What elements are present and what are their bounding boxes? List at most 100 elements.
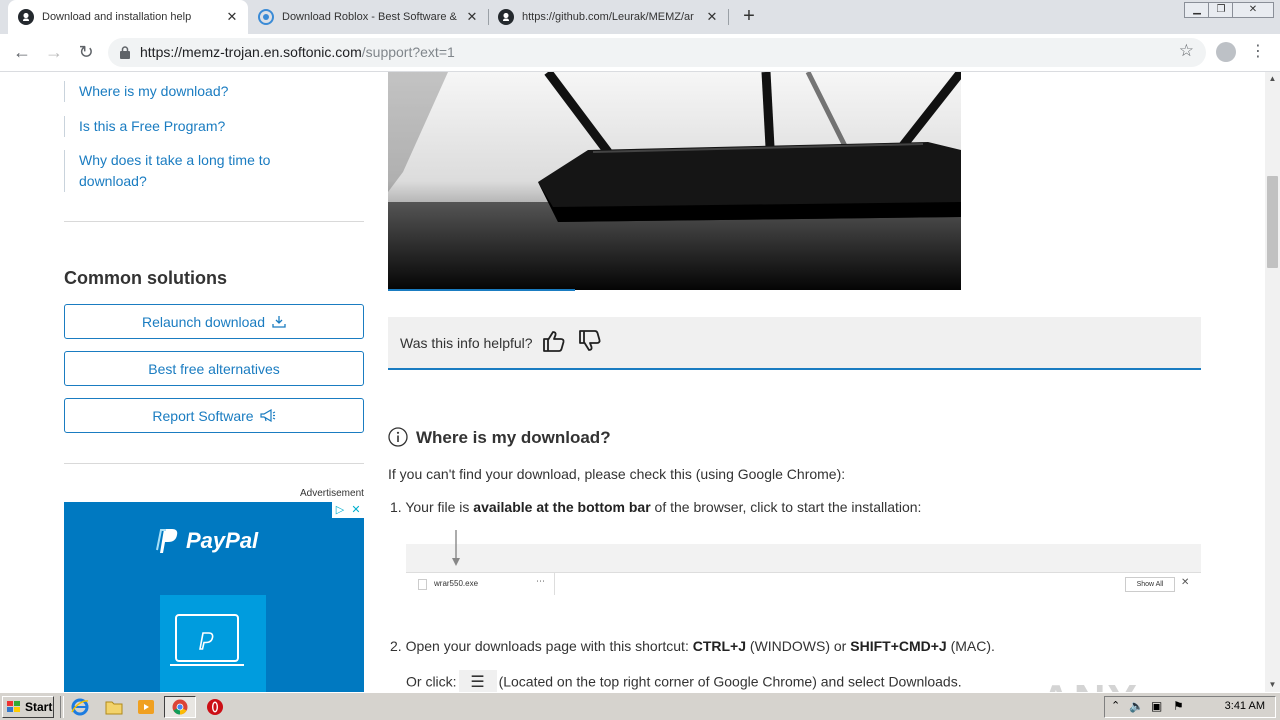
info-icon — [388, 427, 408, 447]
relaunch-label: Relaunch download — [142, 313, 265, 330]
thumbs-down-icon[interactable] — [578, 329, 602, 353]
scroll-up-icon[interactable]: ▲ — [1265, 72, 1280, 86]
paypal-ad[interactable]: ▷ ✕ PayPal — [64, 502, 364, 692]
toc-link-where-download[interactable]: Where is my download? — [64, 81, 364, 102]
common-solutions-heading: Common solutions — [64, 268, 227, 288]
tab-strip: Download and installation help ✕ Downloa… — [0, 0, 1280, 34]
reload-button[interactable]: ↻ — [74, 40, 98, 64]
scroll-thumb[interactable] — [1267, 176, 1278, 268]
scroll-down-icon[interactable]: ▼ — [1265, 678, 1280, 692]
report-software-button[interactable]: Report Software — [64, 398, 364, 433]
close-icon: ✕ — [1181, 577, 1190, 588]
laptop-icon — [170, 614, 244, 666]
step-2-text: 2. Open your downloads page with this sh… — [390, 638, 995, 654]
new-tab-button[interactable]: + — [738, 5, 760, 27]
megaphone-icon — [259, 409, 275, 422]
step-2-suffix: (MAC). — [946, 638, 995, 654]
toc-link-free-program[interactable]: Is this a Free Program? — [64, 116, 364, 137]
maximize-button[interactable]: ❐ — [1208, 2, 1234, 18]
feedback-box: Was this info helpful? — [388, 317, 1201, 370]
close-tab-icon[interactable]: ✕ — [224, 9, 240, 25]
relaunch-download-button[interactable]: Relaunch download — [64, 304, 364, 339]
tab-title: Download and installation help — [42, 11, 192, 23]
download-bar-illustration: wrar550.exe ⋯ Show All ✕ — [406, 530, 1201, 595]
step-3-text: Or click: ☰ (Located on the top right corn… — [406, 670, 962, 692]
windows-logo-icon — [7, 701, 20, 712]
tab-github[interactable]: https://github.com/Leurak/MEMZ/ar ✕ — [488, 0, 728, 34]
folder-icon[interactable] — [104, 697, 124, 717]
divider — [64, 221, 364, 222]
media-player-icon[interactable] — [136, 697, 156, 717]
start-label: Start — [25, 700, 53, 714]
step-1-prefix: 1. Your file is — [390, 499, 474, 515]
address-bar[interactable]: https://memz-trojan.en.softonic.com/supp… — [108, 38, 1206, 67]
chrome-menu-icon[interactable]: ⋮ — [1250, 38, 1266, 66]
more-dots-icon: ⋯ — [536, 576, 545, 586]
thumbs-up-icon[interactable] — [542, 329, 566, 353]
step-3-suffix: (Located on the top right corner of Goog… — [498, 673, 962, 690]
close-tab-icon[interactable]: ✕ — [704, 9, 720, 25]
step-1-text: 1. Your file is available at the bottom … — [390, 499, 921, 515]
close-window-button[interactable]: ✕ — [1232, 2, 1274, 18]
url-host: https://memz-trojan.en.softonic.com — [140, 44, 362, 60]
page-content: Where is my download? Is this a Free Pro… — [0, 72, 1265, 692]
step-1-suffix: of the browser, click to start the insta… — [650, 499, 922, 515]
show-hidden-icons-icon[interactable]: ⌃ — [1111, 699, 1120, 712]
shortcut-mac: SHIFT+CMD+J — [850, 638, 947, 654]
minimize-button[interactable]: ▁ — [1184, 2, 1210, 18]
tab-download-help[interactable]: Download and installation help ✕ — [8, 0, 248, 34]
chrome-taskbar-button[interactable] — [164, 696, 196, 718]
opera-icon[interactable] — [205, 697, 225, 717]
hamburger-menu-icon: ☰ — [458, 670, 497, 692]
carousel-progress — [388, 289, 575, 291]
volume-icon[interactable]: 🔈 — [1129, 699, 1144, 713]
softonic-icon — [258, 9, 274, 25]
adchoices-icon[interactable]: ▷ — [332, 502, 348, 518]
github-icon — [498, 9, 514, 25]
anyrun-watermark: ANY RUN — [1040, 676, 1240, 692]
step-2-mid: (WINDOWS) or — [746, 638, 851, 654]
paypal-logo: PayPal — [156, 528, 258, 554]
close-tab-icon[interactable]: ✕ — [464, 9, 480, 25]
internet-explorer-icon[interactable] — [70, 697, 90, 717]
profile-avatar[interactable] — [1216, 42, 1236, 62]
shortcut-windows: CTRL+J — [692, 638, 747, 654]
tab-roblox[interactable]: Download Roblox - Best Software & ✕ — [248, 0, 488, 34]
lock-icon — [120, 46, 130, 59]
divider — [60, 696, 64, 718]
divider — [64, 463, 364, 464]
ad-choices[interactable]: ▷ ✕ — [332, 502, 364, 518]
download-filename: wrar550.exe — [434, 579, 479, 588]
intro-text: If you can't find your download, please … — [388, 466, 846, 482]
ad-image — [160, 595, 266, 692]
arrow-down-icon — [452, 530, 460, 566]
start-button[interactable]: Start — [2, 696, 54, 718]
paypal-brand-text: PayPal — [186, 528, 259, 553]
alternatives-label: Best free alternatives — [148, 360, 280, 377]
best-alternatives-button[interactable]: Best free alternatives — [64, 351, 364, 386]
show-all-button: Show All — [1125, 577, 1175, 592]
step-3-prefix: Or click: — [406, 673, 457, 690]
github-icon — [18, 9, 34, 25]
clock[interactable]: 3:41 AM — [1225, 700, 1265, 712]
system-tray: ⌃ 🔈 ▣ ⚑ 3:41 AM — [1104, 696, 1276, 718]
ad-close-icon[interactable]: ✕ — [348, 502, 364, 518]
action-center-flag-icon[interactable]: ⚑ — [1173, 699, 1184, 713]
report-label: Report Software — [152, 407, 254, 424]
browser-toolbar: ← → ↻ https://memz-trojan.en.softonic.co… — [0, 34, 1280, 72]
tab-title: Download Roblox - Best Software & — [282, 11, 457, 23]
toc-link-long-time[interactable]: Why does it take a long time to download… — [64, 150, 279, 192]
feedback-question: Was this info helpful? — [400, 335, 533, 351]
chrome-icon — [172, 699, 188, 715]
page-scrollbar[interactable]: ▲ ▼ — [1265, 72, 1280, 692]
download-shelf: wrar550.exe ⋯ Show All ✕ — [406, 572, 1201, 595]
network-icon[interactable]: ▣ — [1151, 699, 1162, 713]
section-title: Where is my download? — [416, 428, 611, 447]
back-button[interactable]: ← — [10, 40, 34, 64]
step-1-bold: available at the bottom bar — [473, 499, 651, 515]
forward-button[interactable]: → — [42, 40, 66, 64]
tab-title: https://github.com/Leurak/MEMZ/ar — [522, 11, 694, 23]
paypal-p-icon — [156, 529, 178, 553]
tab-separator — [728, 9, 729, 25]
bookmark-star-icon[interactable]: ☆ — [1179, 41, 1194, 61]
